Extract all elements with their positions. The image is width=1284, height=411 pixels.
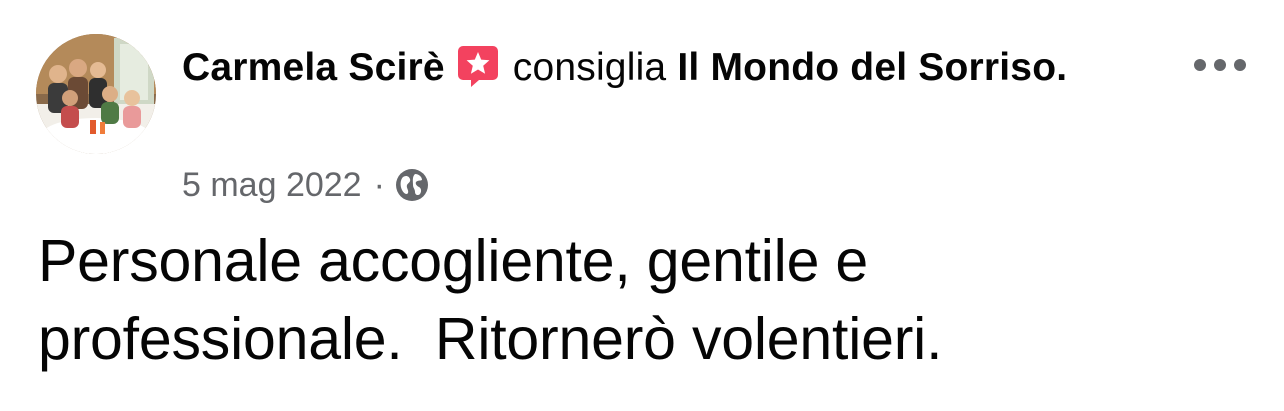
more-options-icon	[1194, 59, 1246, 71]
more-options-button[interactable]	[1190, 50, 1250, 80]
post-body-text: Personale accogliente, gentile e profess…	[38, 228, 943, 372]
meta-separator: ·	[373, 165, 385, 204]
post-meta: 5 mag 2022 ·	[182, 162, 429, 208]
globe-icon	[395, 168, 429, 202]
recommend-star-icon	[457, 44, 499, 88]
author-name[interactable]: Carmela Scirè	[182, 46, 445, 89]
post-date[interactable]: 5 mag 2022	[182, 166, 362, 205]
avatar-photo	[36, 34, 156, 154]
recommendation-post: Carmela Scirè consiglia Il Mondo del Sor…	[0, 0, 1284, 411]
avatar[interactable]	[36, 34, 156, 154]
post-header: Carmela Scirè consiglia Il Mondo del Sor…	[182, 40, 1082, 95]
recommend-verb: consiglia	[512, 46, 667, 89]
page-name-link[interactable]: Il Mondo del Sorriso.	[677, 46, 1067, 89]
